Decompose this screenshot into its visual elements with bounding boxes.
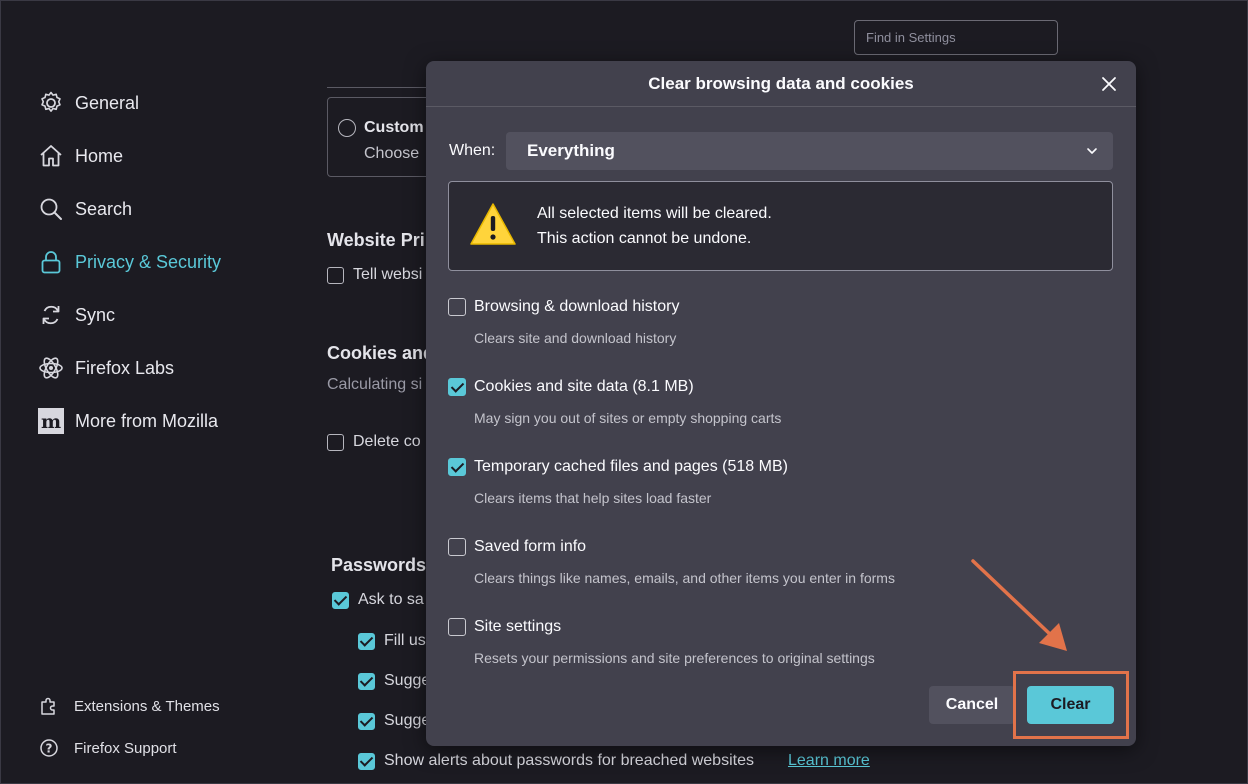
- sidebar-item-label: Privacy & Security: [75, 251, 222, 272]
- annotation-highlight-box: [1013, 671, 1129, 739]
- labs-icon: [38, 355, 64, 381]
- sidebar-item-extensions-themes[interactable]: Extensions & Themes: [39, 695, 220, 717]
- sidebar-item-label: Search: [75, 198, 133, 219]
- sidebar-item-label: Firefox Labs: [75, 357, 175, 378]
- when-label: When:: [449, 142, 496, 159]
- ask-to-save-label: Ask to sa: [358, 591, 424, 608]
- tell-websites-label: Tell websi: [353, 266, 423, 283]
- gear-icon: [38, 90, 64, 116]
- sidebar-item-more-from-mozilla[interactable]: m More from Mozilla: [38, 407, 218, 435]
- sidebar-item-home[interactable]: Home: [38, 142, 123, 170]
- tell-websites-checkbox[interactable]: [327, 267, 344, 284]
- sidebar-item-label: Extensions & Themes: [74, 697, 220, 715]
- cache-checkbox[interactable]: [448, 458, 466, 476]
- cancel-button[interactable]: Cancel: [929, 686, 1015, 724]
- site-settings-checkbox[interactable]: [448, 618, 466, 636]
- dialog-divider: [426, 106, 1136, 107]
- sidebar-item-sync[interactable]: Sync: [38, 301, 115, 329]
- cookies-desc: May sign you out of sites or empty shopp…: [474, 410, 782, 426]
- sidebar-item-search[interactable]: Search: [38, 195, 132, 223]
- sync-icon: [38, 302, 64, 328]
- cookies-label: Cookies and site data (8.1 MB): [474, 378, 694, 395]
- suggest-label-2: Sugge: [384, 712, 431, 729]
- annotation-arrow-icon: [971, 559, 1067, 651]
- close-button[interactable]: [1096, 71, 1122, 97]
- sidebar-item-general[interactable]: General: [38, 89, 139, 117]
- sidebar-item-label: General: [75, 92, 140, 113]
- puzzle-icon: [39, 696, 59, 716]
- browsing-history-desc: Clears site and download history: [474, 330, 677, 346]
- settings-page: General Home Search Privacy & Security S…: [0, 0, 1248, 784]
- home-icon: [38, 143, 64, 169]
- sidebar-item-firefox-support[interactable]: ? Firefox Support: [39, 737, 177, 759]
- close-icon: [1102, 77, 1116, 91]
- sidebar-item-firefox-labs[interactable]: Firefox Labs: [38, 354, 174, 382]
- warning-box: All selected items will be cleared. This…: [448, 181, 1113, 271]
- warning-icon: [470, 203, 516, 245]
- fill-usernames-label: Fill us: [384, 632, 426, 649]
- search-icon: [38, 196, 64, 222]
- dialog-title: Clear browsing data and cookies: [648, 74, 914, 93]
- warning-line-2: This action cannot be undone.: [537, 230, 752, 247]
- custom-option-subtitle: Choose: [364, 145, 420, 162]
- suggest-label-1: Sugge: [384, 672, 431, 689]
- warning-line-1: All selected items will be cleared.: [537, 205, 772, 222]
- form-info-label: Saved form info: [474, 538, 587, 555]
- custom-option-title: Custom: [364, 119, 424, 136]
- when-select-value: Everything: [527, 141, 615, 160]
- cache-desc: Clears items that help sites load faster: [474, 490, 712, 506]
- svg-text:m: m: [41, 411, 61, 433]
- delete-cookies-label: Delete co: [353, 433, 421, 450]
- chevron-down-icon: [1087, 148, 1097, 154]
- sidebar-item-label: Firefox Support: [74, 739, 177, 757]
- delete-cookies-checkbox[interactable]: [327, 434, 344, 451]
- help-icon: ?: [39, 738, 59, 758]
- breach-alerts-checkbox[interactable]: [358, 753, 375, 770]
- form-info-checkbox[interactable]: [448, 538, 466, 556]
- custom-radio[interactable]: [338, 119, 356, 137]
- sidebar-item-label: Sync: [75, 304, 116, 325]
- fill-usernames-checkbox[interactable]: [358, 633, 375, 650]
- mozilla-icon: m: [38, 408, 64, 434]
- passwords-heading: Passwords: [331, 555, 427, 575]
- when-select[interactable]: Everything: [506, 132, 1113, 170]
- cookies-heading: Cookies and: [327, 343, 435, 363]
- browsing-history-checkbox[interactable]: [448, 298, 466, 316]
- find-in-settings-input[interactable]: [855, 21, 1057, 54]
- cookies-checkbox[interactable]: [448, 378, 466, 396]
- svg-text:?: ?: [46, 742, 53, 756]
- site-settings-label: Site settings: [474, 618, 562, 635]
- browsing-history-label: Browsing & download history: [474, 298, 680, 315]
- cookies-calculating-text: Calculating si: [327, 376, 423, 393]
- website-privacy-heading: Website Pri: [327, 230, 425, 250]
- ask-to-save-checkbox[interactable]: [332, 592, 349, 609]
- form-info-desc: Clears things like names, emails, and ot…: [474, 570, 895, 586]
- learn-more-link[interactable]: Learn more: [788, 752, 870, 770]
- suggest-checkbox-1[interactable]: [358, 673, 375, 690]
- sidebar-item-privacy-security[interactable]: Privacy & Security: [38, 248, 221, 276]
- find-in-settings-box[interactable]: [854, 20, 1058, 55]
- cache-label: Temporary cached files and pages (518 MB…: [474, 458, 788, 475]
- site-settings-desc: Resets your permissions and site prefere…: [474, 650, 875, 666]
- sidebar-item-label: Home: [75, 145, 124, 166]
- lock-icon: [38, 249, 64, 275]
- divider: [327, 87, 437, 88]
- sidebar-item-label: More from Mozilla: [75, 410, 219, 431]
- suggest-checkbox-2[interactable]: [358, 713, 375, 730]
- breach-alerts-label: Show alerts about passwords for breached…: [384, 752, 754, 769]
